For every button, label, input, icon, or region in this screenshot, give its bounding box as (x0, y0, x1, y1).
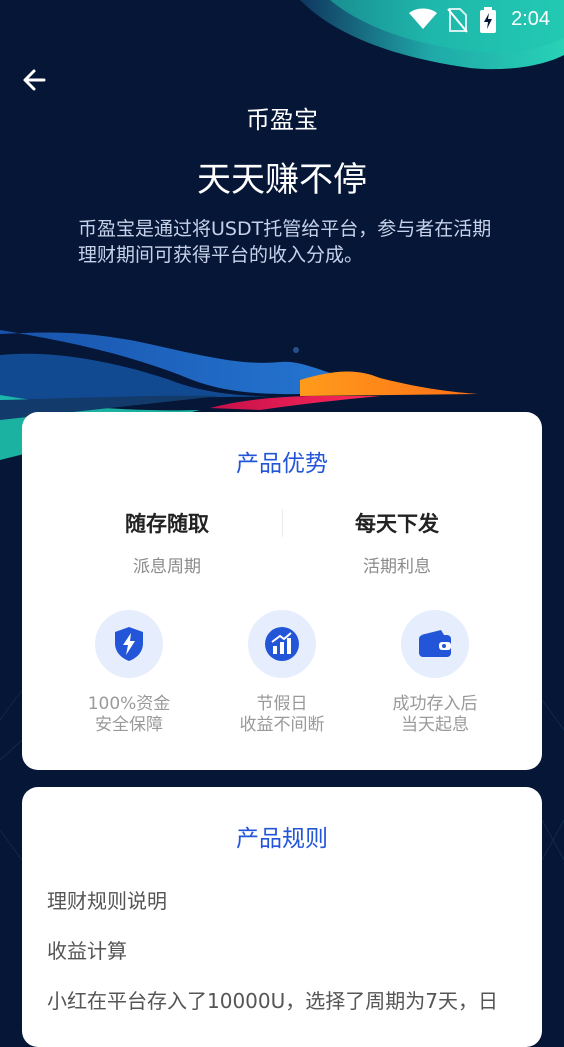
feature-item: 每天下发 活期利息 (267, 508, 527, 577)
rule-item: 小红在平台存入了10000U，选择了周期为7天，日 (47, 989, 498, 1013)
feature-item: 随存随取 派息周期 (37, 508, 297, 577)
description: 币盈宝是通过将USDT托管给平台，参与者在活期理财期间可获得平台的收入分成。 (78, 218, 492, 266)
benefit-icon-circle (401, 610, 469, 678)
battery-charging-icon (480, 7, 496, 33)
advantages-title: 产品优势 (236, 451, 328, 477)
benefit-item: 成功存入后 当天起息 (359, 610, 511, 736)
benefit-item: 节假日 收益不间断 (206, 610, 358, 736)
growth-chart-icon (265, 627, 299, 661)
rule-item: 理财规则说明 (47, 889, 167, 913)
benefit-item: 100%资金 安全保障 (53, 610, 205, 736)
status-bar: 2:04 (0, 0, 564, 40)
benefit-caption-line1: 100%资金 (87, 694, 171, 714)
rules-title: 产品规则 (236, 826, 328, 852)
benefit-icon-circle (95, 610, 163, 678)
benefit-icon-circle (248, 610, 316, 678)
feature-title: 每天下发 (355, 512, 439, 536)
benefit-caption-line2: 安全保障 (95, 715, 163, 735)
back-button[interactable] (18, 64, 54, 98)
headline: 天天赚不停 (197, 160, 367, 200)
feature-subtitle: 活期利息 (363, 557, 431, 577)
no-sim-icon (447, 8, 468, 33)
benefit-caption-line1: 节假日 (256, 694, 308, 714)
shield-lightning-icon (115, 627, 143, 661)
rules-card: 产品规则 理财规则说明 收益计算 小红在平台存入了10000U，选择了周期为7天… (22, 787, 542, 1047)
benefit-caption-line1: 成功存入后 (392, 694, 478, 714)
rule-item: 收益计算 (47, 939, 127, 963)
advantages-card: 产品优势 随存随取 派息周期 每天下发 活期利息 100%资金 安全保障 节假日… (22, 412, 542, 770)
benefit-caption-line2: 收益不间断 (239, 715, 325, 735)
wallet-icon (419, 630, 451, 657)
wifi-icon (409, 8, 437, 29)
status-time: 2:04 (511, 8, 550, 30)
benefit-caption-line2: 当天起息 (401, 715, 469, 735)
page-title: 币盈宝 (246, 106, 318, 134)
feature-title: 随存随取 (125, 512, 209, 536)
feature-subtitle: 派息周期 (133, 557, 201, 577)
back-arrow-icon (23, 69, 46, 91)
